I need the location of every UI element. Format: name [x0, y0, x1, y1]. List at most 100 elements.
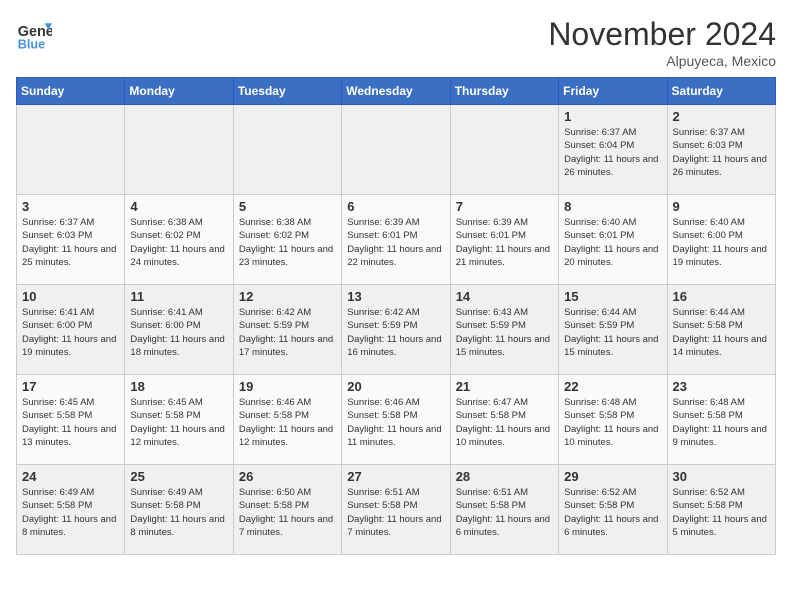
svg-text:Blue: Blue: [18, 37, 45, 51]
cell-info: Sunrise: 6:48 AM Sunset: 5:58 PM Dayligh…: [564, 396, 661, 449]
day-number: 5: [239, 199, 336, 214]
cell-info: Sunrise: 6:39 AM Sunset: 6:01 PM Dayligh…: [456, 216, 553, 269]
day-number: 15: [564, 289, 661, 304]
calendar-cell: [342, 105, 450, 195]
cell-info: Sunrise: 6:45 AM Sunset: 5:58 PM Dayligh…: [130, 396, 227, 449]
calendar-cell: 7 Sunrise: 6:39 AM Sunset: 6:01 PM Daylig…: [450, 195, 558, 285]
calendar-cell: 14 Sunrise: 6:43 AM Sunset: 5:59 PM Dayli…: [450, 285, 558, 375]
day-number: 2: [673, 109, 770, 124]
cell-info: Sunrise: 6:44 AM Sunset: 5:58 PM Dayligh…: [673, 306, 770, 359]
day-number: 30: [673, 469, 770, 484]
day-number: 28: [456, 469, 553, 484]
cell-info: Sunrise: 6:52 AM Sunset: 5:58 PM Dayligh…: [673, 486, 770, 539]
header-wednesday: Wednesday: [342, 78, 450, 105]
cell-info: Sunrise: 6:37 AM Sunset: 6:03 PM Dayligh…: [673, 126, 770, 179]
calendar-cell: 13Sunrise: 6:42 AM Sunset: 5:59 PM Dayli…: [342, 285, 450, 375]
day-number: 8: [564, 199, 661, 214]
day-number: 12: [239, 289, 336, 304]
month-title: November 2024: [548, 16, 776, 53]
calendar-cell: 23 Sunrise: 6:48 AM Sunset: 5:58 PM Dayli…: [667, 375, 775, 465]
calendar-cell: 19 Sunrise: 6:46 AM Sunset: 5:58 PM Dayli…: [233, 375, 341, 465]
cell-info: Sunrise: 6:44 AM Sunset: 5:59 PM Dayligh…: [564, 306, 661, 359]
calendar-week-1: 3 Sunrise: 6:37 AM Sunset: 6:03 PM Daylig…: [17, 195, 776, 285]
calendar-week-2: 10Sunrise: 6:41 AM Sunset: 6:00 PM Dayli…: [17, 285, 776, 375]
calendar-cell: 6Sunrise: 6:39 AM Sunset: 6:01 PM Daylig…: [342, 195, 450, 285]
cell-info: Sunrise: 6:38 AM Sunset: 6:02 PM Dayligh…: [130, 216, 227, 269]
cell-info: Sunrise: 6:42 AM Sunset: 5:59 PM Dayligh…: [347, 306, 444, 359]
cell-info: Sunrise: 6:42 AM Sunset: 5:59 PM Dayligh…: [239, 306, 336, 359]
calendar-cell: 8 Sunrise: 6:40 AM Sunset: 6:01 PM Daylig…: [559, 195, 667, 285]
day-number: 26: [239, 469, 336, 484]
calendar-cell: 21Sunrise: 6:47 AM Sunset: 5:58 PM Dayli…: [450, 375, 558, 465]
calendar-cell: 29 Sunrise: 6:52 AM Sunset: 5:58 PM Dayli…: [559, 465, 667, 555]
day-number: 11: [130, 289, 227, 304]
day-number: 1: [564, 109, 661, 124]
day-number: 19: [239, 379, 336, 394]
day-number: 18: [130, 379, 227, 394]
cell-info: Sunrise: 6:50 AM Sunset: 5:58 PM Dayligh…: [239, 486, 336, 539]
cell-info: Sunrise: 6:40 AM Sunset: 6:00 PM Dayligh…: [673, 216, 770, 269]
cell-info: Sunrise: 6:46 AM Sunset: 5:58 PM Dayligh…: [239, 396, 336, 449]
day-number: 29: [564, 469, 661, 484]
page-header: General Blue November 2024 Alpuyeca, Mex…: [16, 16, 776, 69]
header-monday: Monday: [125, 78, 233, 105]
calendar-week-0: 1 Sunrise: 6:37 AM Sunset: 6:04 PM Daylig…: [17, 105, 776, 195]
calendar-cell: 3 Sunrise: 6:37 AM Sunset: 6:03 PM Daylig…: [17, 195, 125, 285]
cell-info: Sunrise: 6:37 AM Sunset: 6:04 PM Dayligh…: [564, 126, 661, 179]
calendar-cell: 27Sunrise: 6:51 AM Sunset: 5:58 PM Dayli…: [342, 465, 450, 555]
calendar-cell: 4 Sunrise: 6:38 AM Sunset: 6:02 PM Daylig…: [125, 195, 233, 285]
day-number: 7: [456, 199, 553, 214]
cell-info: Sunrise: 6:51 AM Sunset: 5:58 PM Dayligh…: [456, 486, 553, 539]
calendar-week-4: 24 Sunrise: 6:49 AM Sunset: 5:58 PM Dayli…: [17, 465, 776, 555]
cell-info: Sunrise: 6:47 AM Sunset: 5:58 PM Dayligh…: [456, 396, 553, 449]
calendar-cell: 24 Sunrise: 6:49 AM Sunset: 5:58 PM Dayli…: [17, 465, 125, 555]
day-number: 17: [22, 379, 119, 394]
cell-info: Sunrise: 6:52 AM Sunset: 5:58 PM Dayligh…: [564, 486, 661, 539]
cell-info: Sunrise: 6:51 AM Sunset: 5:58 PM Dayligh…: [347, 486, 444, 539]
cell-info: Sunrise: 6:49 AM Sunset: 5:58 PM Dayligh…: [130, 486, 227, 539]
calendar-cell: 15 Sunrise: 6:44 AM Sunset: 5:59 PM Dayli…: [559, 285, 667, 375]
calendar-cell: 25 Sunrise: 6:49 AM Sunset: 5:58 PM Dayli…: [125, 465, 233, 555]
calendar-cell: 5 Sunrise: 6:38 AM Sunset: 6:02 PM Daylig…: [233, 195, 341, 285]
cell-info: Sunrise: 6:46 AM Sunset: 5:58 PM Dayligh…: [347, 396, 444, 449]
header-tuesday: Tuesday: [233, 78, 341, 105]
day-number: 24: [22, 469, 119, 484]
day-number: 14: [456, 289, 553, 304]
calendar-cell: 11 Sunrise: 6:41 AM Sunset: 6:00 PM Dayli…: [125, 285, 233, 375]
calendar-cell: 22 Sunrise: 6:48 AM Sunset: 5:58 PM Dayli…: [559, 375, 667, 465]
calendar-cell: 28 Sunrise: 6:51 AM Sunset: 5:58 PM Dayli…: [450, 465, 558, 555]
calendar-cell: 26 Sunrise: 6:50 AM Sunset: 5:58 PM Dayli…: [233, 465, 341, 555]
logo-icon: General Blue: [16, 16, 52, 52]
day-number: 9: [673, 199, 770, 214]
cell-info: Sunrise: 6:45 AM Sunset: 5:58 PM Dayligh…: [22, 396, 119, 449]
location: Alpuyeca, Mexico: [548, 53, 776, 69]
cell-info: Sunrise: 6:49 AM Sunset: 5:58 PM Dayligh…: [22, 486, 119, 539]
cell-info: Sunrise: 6:43 AM Sunset: 5:59 PM Dayligh…: [456, 306, 553, 359]
header-saturday: Saturday: [667, 78, 775, 105]
calendar-cell: 2 Sunrise: 6:37 AM Sunset: 6:03 PM Daylig…: [667, 105, 775, 195]
calendar-cell: 17 Sunrise: 6:45 AM Sunset: 5:58 PM Dayli…: [17, 375, 125, 465]
calendar-cell: [17, 105, 125, 195]
day-number: 3: [22, 199, 119, 214]
day-number: 23: [673, 379, 770, 394]
day-number: 25: [130, 469, 227, 484]
calendar-cell: [125, 105, 233, 195]
header-thursday: Thursday: [450, 78, 558, 105]
logo: General Blue: [16, 16, 56, 52]
cell-info: Sunrise: 6:41 AM Sunset: 6:00 PM Dayligh…: [22, 306, 119, 359]
calendar-cell: [233, 105, 341, 195]
cell-info: Sunrise: 6:41 AM Sunset: 6:00 PM Dayligh…: [130, 306, 227, 359]
calendar-cell: 1 Sunrise: 6:37 AM Sunset: 6:04 PM Daylig…: [559, 105, 667, 195]
calendar-cell: 18 Sunrise: 6:45 AM Sunset: 5:58 PM Dayli…: [125, 375, 233, 465]
cell-info: Sunrise: 6:40 AM Sunset: 6:01 PM Dayligh…: [564, 216, 661, 269]
day-number: 4: [130, 199, 227, 214]
calendar-cell: 20Sunrise: 6:46 AM Sunset: 5:58 PM Dayli…: [342, 375, 450, 465]
calendar-cell: 16Sunrise: 6:44 AM Sunset: 5:58 PM Dayli…: [667, 285, 775, 375]
day-number: 22: [564, 379, 661, 394]
cell-info: Sunrise: 6:38 AM Sunset: 6:02 PM Dayligh…: [239, 216, 336, 269]
cell-info: Sunrise: 6:37 AM Sunset: 6:03 PM Dayligh…: [22, 216, 119, 269]
calendar-week-3: 17 Sunrise: 6:45 AM Sunset: 5:58 PM Dayli…: [17, 375, 776, 465]
cell-info: Sunrise: 6:48 AM Sunset: 5:58 PM Dayligh…: [673, 396, 770, 449]
calendar-cell: 12 Sunrise: 6:42 AM Sunset: 5:59 PM Dayli…: [233, 285, 341, 375]
calendar-cell: 9 Sunrise: 6:40 AM Sunset: 6:00 PM Daylig…: [667, 195, 775, 285]
